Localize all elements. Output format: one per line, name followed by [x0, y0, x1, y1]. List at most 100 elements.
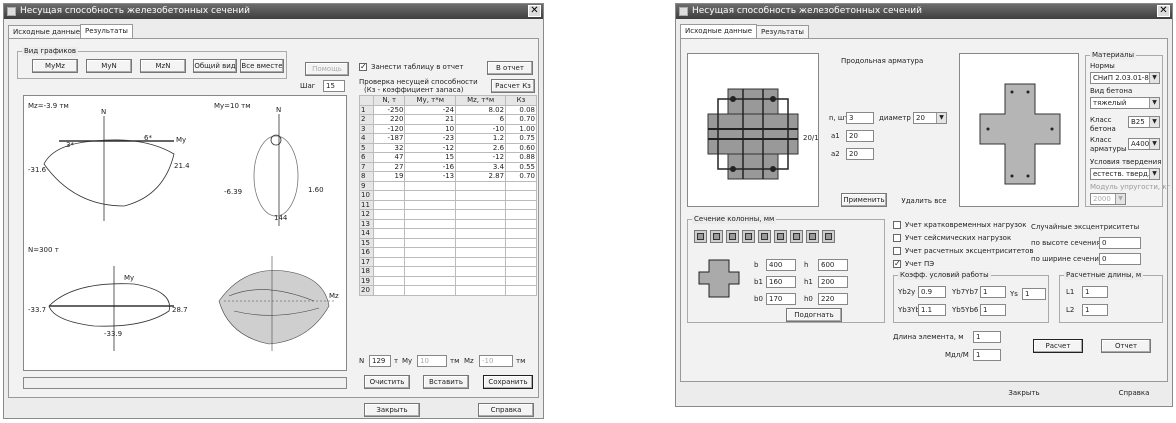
- concrete-type-select[interactable]: тяжелый: [1090, 97, 1160, 109]
- table-cell[interactable]: 27: [372, 161, 406, 172]
- table-cell[interactable]: -24: [404, 104, 457, 115]
- table-row[interactable]: 16: [359, 247, 537, 258]
- table-cell[interactable]: [505, 190, 537, 201]
- section-shape-button-3[interactable]: [726, 230, 739, 243]
- row-number[interactable]: 19: [359, 275, 374, 286]
- table-cell[interactable]: 0.60: [505, 142, 537, 153]
- table-cell[interactable]: [505, 218, 537, 229]
- table-cell[interactable]: 2.6: [455, 142, 507, 153]
- table-cell[interactable]: [455, 266, 507, 277]
- tab-input-data-right[interactable]: Исходные данные: [680, 24, 758, 39]
- table-cell[interactable]: [372, 256, 406, 267]
- table-cell[interactable]: 0.75: [505, 133, 537, 144]
- table-cell[interactable]: [505, 285, 537, 296]
- table-row[interactable]: 2 220 21 6 0.70: [359, 114, 537, 125]
- yb7-input[interactable]: 1: [980, 286, 1006, 298]
- section-shape-button-5[interactable]: [758, 230, 771, 243]
- table-cell[interactable]: 0.08: [505, 104, 537, 115]
- table-row[interactable]: 3 -120 10 -10 1.00: [359, 123, 537, 134]
- table-cell[interactable]: -13: [404, 171, 457, 182]
- norms-select[interactable]: СНиП 2.03.01-84: [1090, 72, 1160, 84]
- table-cell[interactable]: 0.88: [505, 152, 537, 163]
- n-count-input[interactable]: 3: [846, 112, 874, 124]
- short-loads-checkbox[interactable]: [893, 221, 901, 229]
- table-cell[interactable]: [404, 266, 457, 277]
- tab-input-data[interactable]: Исходные данные: [8, 25, 86, 39]
- ybs-input[interactable]: 1.1: [918, 304, 946, 316]
- table-cell[interactable]: [455, 190, 507, 201]
- table-cell[interactable]: [505, 228, 537, 239]
- table-cell[interactable]: [505, 247, 537, 258]
- b0-input[interactable]: 170: [766, 293, 796, 305]
- table-cell[interactable]: [404, 237, 457, 248]
- table-row[interactable]: 6 47 15 -12 0.88: [359, 152, 537, 163]
- row-number[interactable]: 18: [359, 266, 374, 277]
- step-input[interactable]: 15: [323, 80, 345, 92]
- table-row[interactable]: 14: [359, 228, 537, 239]
- table-cell[interactable]: [455, 275, 507, 286]
- table-cell[interactable]: [372, 266, 406, 277]
- table-cell[interactable]: [404, 190, 457, 201]
- table-row[interactable]: 20: [359, 285, 537, 296]
- table-cell[interactable]: [505, 180, 537, 191]
- calc-button[interactable]: Расчет: [1033, 339, 1083, 353]
- table-row[interactable]: 9: [359, 180, 537, 191]
- calc-k-button[interactable]: Расчет Кз: [491, 79, 535, 93]
- table-cell[interactable]: 8.02: [455, 104, 507, 115]
- close-icon-right[interactable]: ✕: [1157, 5, 1170, 17]
- table-cell[interactable]: [455, 237, 507, 248]
- table-row[interactable]: 7 27 -16 3.4 0.55: [359, 161, 537, 172]
- row-number[interactable]: 5: [359, 142, 374, 153]
- row-number[interactable]: 16: [359, 247, 374, 258]
- row-number[interactable]: 1: [359, 104, 374, 115]
- insert-button[interactable]: Вставить: [423, 375, 469, 389]
- section-shape-button-8[interactable]: [806, 230, 819, 243]
- seismic-checkbox[interactable]: [893, 234, 901, 242]
- table-cell[interactable]: 0.70: [505, 171, 537, 182]
- save-button[interactable]: Сохранить: [483, 375, 533, 389]
- h0-input[interactable]: 220: [818, 293, 848, 305]
- row-number[interactable]: 13: [359, 218, 374, 229]
- table-cell[interactable]: -12: [455, 152, 507, 163]
- bottom-my-input[interactable]: 10: [417, 355, 447, 367]
- report-button[interactable]: Отчет: [1101, 339, 1151, 353]
- table-cell[interactable]: -120: [372, 123, 406, 134]
- table-cell[interactable]: 0.70: [505, 114, 537, 125]
- row-number[interactable]: 11: [359, 199, 374, 210]
- yb5-input[interactable]: 1: [980, 304, 1006, 316]
- view-all-button[interactable]: Все вместе: [240, 59, 284, 73]
- view-general-button[interactable]: Общий вид: [193, 59, 237, 73]
- ecc-along-input[interactable]: 0: [1099, 237, 1141, 249]
- rebar-class-select[interactable]: A400: [1128, 138, 1160, 150]
- close-button-right[interactable]: Закрыть: [996, 387, 1052, 401]
- tab-results[interactable]: Результаты: [80, 24, 133, 39]
- section-shape-button-1[interactable]: [694, 230, 707, 243]
- view-mymz-button[interactable]: MyMz: [32, 59, 78, 73]
- table-cell[interactable]: 220: [372, 114, 406, 125]
- table-cell[interactable]: [404, 199, 457, 210]
- h-input[interactable]: 600: [818, 259, 848, 271]
- row-number[interactable]: 12: [359, 209, 374, 220]
- section-shape-button-7[interactable]: [790, 230, 803, 243]
- diameter-select[interactable]: 20: [913, 112, 947, 124]
- table-cell[interactable]: [455, 180, 507, 191]
- table-cell[interactable]: [404, 218, 457, 229]
- table-cell[interactable]: [404, 228, 457, 239]
- row-number[interactable]: 4: [359, 133, 374, 144]
- b-input[interactable]: 400: [766, 259, 796, 271]
- table-row[interactable]: 1 -250 -24 8.02 0.08: [359, 104, 537, 115]
- table-cell[interactable]: [455, 256, 507, 267]
- row-number[interactable]: 14: [359, 228, 374, 239]
- table-cell[interactable]: [372, 218, 406, 229]
- table-cell[interactable]: -10: [455, 123, 507, 134]
- table-cell[interactable]: [505, 266, 537, 277]
- length-input[interactable]: 1: [973, 331, 1001, 343]
- row-number[interactable]: 17: [359, 256, 374, 267]
- table-cell[interactable]: [455, 209, 507, 220]
- table-cell[interactable]: [455, 218, 507, 229]
- table-cell[interactable]: 19: [372, 171, 406, 182]
- table-row[interactable]: 11: [359, 199, 537, 210]
- table-cell[interactable]: [505, 275, 537, 286]
- row-number[interactable]: 20: [359, 285, 374, 296]
- table-row[interactable]: 8 19 -13 2.87 0.70: [359, 171, 537, 182]
